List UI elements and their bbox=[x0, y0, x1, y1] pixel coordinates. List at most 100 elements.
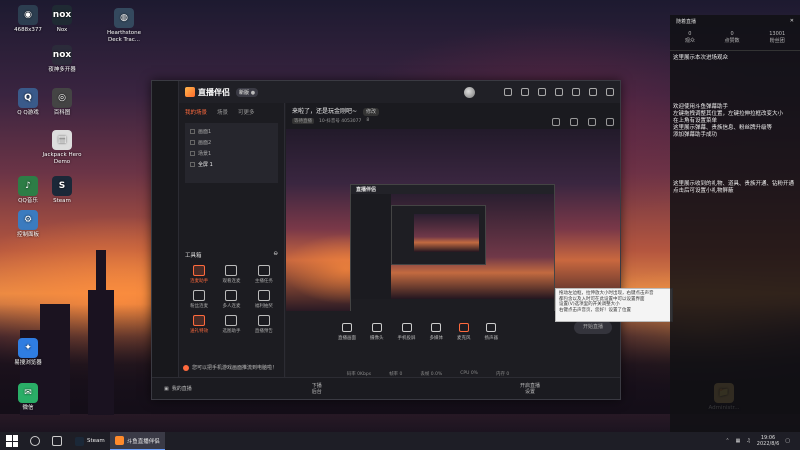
control-label: 麦克风 bbox=[457, 336, 471, 341]
app-icon: nox bbox=[52, 45, 72, 65]
mail-icon[interactable] bbox=[538, 88, 546, 96]
desktop-icon[interactable]: ◍ Hearthstone Deck Trac... bbox=[100, 8, 148, 44]
end-live-button[interactable]: 下播 后台 bbox=[312, 383, 322, 395]
desktop-icon[interactable]: nox 夜神多开器 bbox=[38, 45, 86, 74]
desktop-icon-label: 百科图 bbox=[53, 110, 71, 116]
my-live-link[interactable]: ▣ 我的直播 bbox=[152, 385, 192, 393]
nested-preview-window-2 bbox=[391, 205, 486, 265]
stream-info: 来啦了，还是玩金刚吧~ 修改 等待直播 10-抖音号 4053077 8 bbox=[286, 103, 620, 129]
tool-label: 直播预告 bbox=[254, 329, 273, 334]
taskbar-app[interactable]: 斗鱼直播伴侣 bbox=[109, 432, 165, 450]
desktop-icon-label: Hearthstone Deck Trac... bbox=[106, 30, 142, 43]
tab-scenes[interactable]: 场景 bbox=[217, 108, 228, 116]
app-icon: S bbox=[52, 176, 72, 196]
start-button[interactable] bbox=[6, 435, 18, 447]
tool-item[interactable]: 福利抽奖 bbox=[250, 290, 278, 309]
shop-icon[interactable] bbox=[521, 88, 529, 96]
desktop-icon[interactable]: ✉ 微信 bbox=[4, 383, 52, 412]
desktop-icon[interactable]: nox Nox bbox=[38, 5, 86, 34]
system-tray: ⌃ ▦ ♫ 19:06 2022/8/6 ▢ bbox=[725, 435, 800, 447]
live-settings-button[interactable]: 开启直播 设置 bbox=[520, 383, 540, 395]
control-icon bbox=[371, 323, 382, 332]
danmaku-panel: 随着直播 ✕ 0 观众 0 点赞数 13001 粉丝团 这里展示本次进场观众 欢迎使用… bbox=[670, 15, 800, 432]
start-live-button[interactable]: 开始直播 bbox=[574, 321, 612, 334]
streaming-app-window[interactable]: 直播伴侣 新版 ● 我的场景 场景 可更多 画面1 画面2 场景1 全屏 1 工… bbox=[151, 80, 621, 400]
user-avatar[interactable] bbox=[464, 86, 475, 98]
nested-controls bbox=[351, 299, 554, 311]
tool-label: 连麦助手 bbox=[190, 279, 209, 284]
checkbox[interactable] bbox=[190, 140, 195, 145]
tool-label: 多人连麦 bbox=[222, 304, 241, 309]
danmaku-line: 点击后可设置小礼物屏蔽 bbox=[673, 188, 734, 194]
danmaku-title: 随着直播 bbox=[676, 19, 697, 25]
close-icon[interactable] bbox=[606, 88, 614, 96]
phone-cast-hint[interactable]: 您可以把手机游戏画面推流到电脑啦！ bbox=[183, 364, 277, 371]
tab-more[interactable]: 可更多 bbox=[238, 108, 255, 116]
danmaku-line: 欢迎使用斗鱼弹幕助手 bbox=[673, 104, 729, 110]
notification-icon[interactable]: ▢ bbox=[785, 438, 790, 444]
nested-preview-window: 直播伴侣 bbox=[350, 184, 555, 311]
desktop-icon[interactable]: ✦ 易搜浏览器 bbox=[4, 338, 52, 367]
desktop-icon[interactable]: ▤ Jackpack Hero Demo bbox=[38, 130, 86, 166]
control-button[interactable]: 摄像头 bbox=[370, 323, 384, 341]
tool-label: 粉丝连麦 bbox=[190, 304, 209, 309]
source-item[interactable]: 画面1 bbox=[188, 126, 275, 137]
close-icon[interactable]: ✕ bbox=[790, 18, 794, 25]
shop-icon[interactable] bbox=[552, 118, 560, 126]
control-button[interactable]: 直播画面 bbox=[338, 323, 356, 341]
tool-icon bbox=[193, 290, 206, 301]
minimize-icon[interactable] bbox=[589, 88, 597, 96]
control-icon bbox=[342, 323, 352, 332]
live-preview[interactable]: 直播伴侣 bbox=[286, 129, 620, 311]
stat-viewers: 0 观众 bbox=[684, 31, 695, 44]
source-item[interactable]: 场景1 bbox=[188, 148, 275, 159]
clock[interactable]: 19:06 2022/8/6 bbox=[757, 435, 779, 447]
tool-item[interactable]: 多人连麦 bbox=[217, 290, 245, 309]
tool-item[interactable]: 选图助手 bbox=[217, 315, 245, 334]
tool-item[interactable]: 主播任务 bbox=[250, 265, 278, 284]
stream-meta: 等待直播 10-抖音号 4053077 8 bbox=[292, 118, 379, 124]
gift-icon[interactable] bbox=[504, 88, 512, 96]
checkbox[interactable] bbox=[190, 151, 195, 156]
desktop-icon[interactable]: ⚙ 控制面板 bbox=[4, 210, 52, 239]
source-item[interactable]: 全屏 1 bbox=[188, 159, 275, 170]
monitor-icon[interactable] bbox=[588, 118, 596, 126]
control-button[interactable]: 手机投屏 bbox=[398, 323, 416, 341]
tool-item[interactable]: 粉丝连麦 bbox=[185, 290, 213, 309]
control-button[interactable]: 扬声器 bbox=[485, 323, 498, 341]
desktop-icon-label: Steam bbox=[53, 198, 71, 204]
desktop-icon-label: Nox bbox=[56, 27, 68, 33]
desktop-icon-label: 夜神多开器 bbox=[48, 67, 76, 73]
control-button[interactable]: 多媒体 bbox=[430, 323, 443, 341]
checkbox[interactable] bbox=[190, 162, 195, 167]
layout-icon[interactable] bbox=[570, 118, 578, 126]
taskbar-app[interactable]: Steam bbox=[70, 432, 110, 450]
live-icon: ▣ bbox=[164, 385, 169, 392]
desktop-icon-label: Jackpack Hero Demo bbox=[42, 152, 82, 165]
tool-item[interactable]: 送礼特效 bbox=[185, 315, 213, 334]
menu-icon[interactable] bbox=[572, 88, 580, 96]
version-badge[interactable]: 新版 ● bbox=[236, 87, 259, 97]
edit-title-button[interactable]: 修改 bbox=[362, 108, 379, 116]
search-icon[interactable] bbox=[30, 436, 40, 446]
control-button[interactable]: 麦克风 bbox=[457, 323, 471, 341]
source-item[interactable]: 画面2 bbox=[188, 137, 275, 148]
toolbox-more-icon[interactable]: ⊖ bbox=[273, 251, 278, 259]
task-view-icon[interactable] bbox=[52, 436, 62, 446]
tool-icon bbox=[225, 265, 238, 276]
app-icon: ◎ bbox=[52, 88, 72, 108]
taskbar-app-icon bbox=[114, 436, 124, 445]
desktop-icon[interactable]: ◎ 百科图 bbox=[38, 88, 86, 117]
tool-item[interactable]: 连麦助手 bbox=[185, 265, 213, 284]
bell-icon[interactable] bbox=[555, 88, 563, 96]
chevron-up-icon[interactable]: ⌃ bbox=[725, 438, 729, 444]
volume-icon[interactable]: ♫ bbox=[746, 438, 750, 444]
tool-item[interactable]: 直播预告 bbox=[250, 315, 278, 334]
settings-icon[interactable] bbox=[606, 118, 614, 126]
tool-item[interactable]: 观看连麦 bbox=[217, 265, 245, 284]
desktop-icon[interactable]: S Steam bbox=[38, 176, 86, 205]
checkbox[interactable] bbox=[190, 129, 195, 134]
network-icon[interactable]: ▦ bbox=[736, 438, 741, 444]
app-icon: ◍ bbox=[114, 8, 134, 28]
tab-my-scenes[interactable]: 我的场景 bbox=[185, 108, 207, 116]
